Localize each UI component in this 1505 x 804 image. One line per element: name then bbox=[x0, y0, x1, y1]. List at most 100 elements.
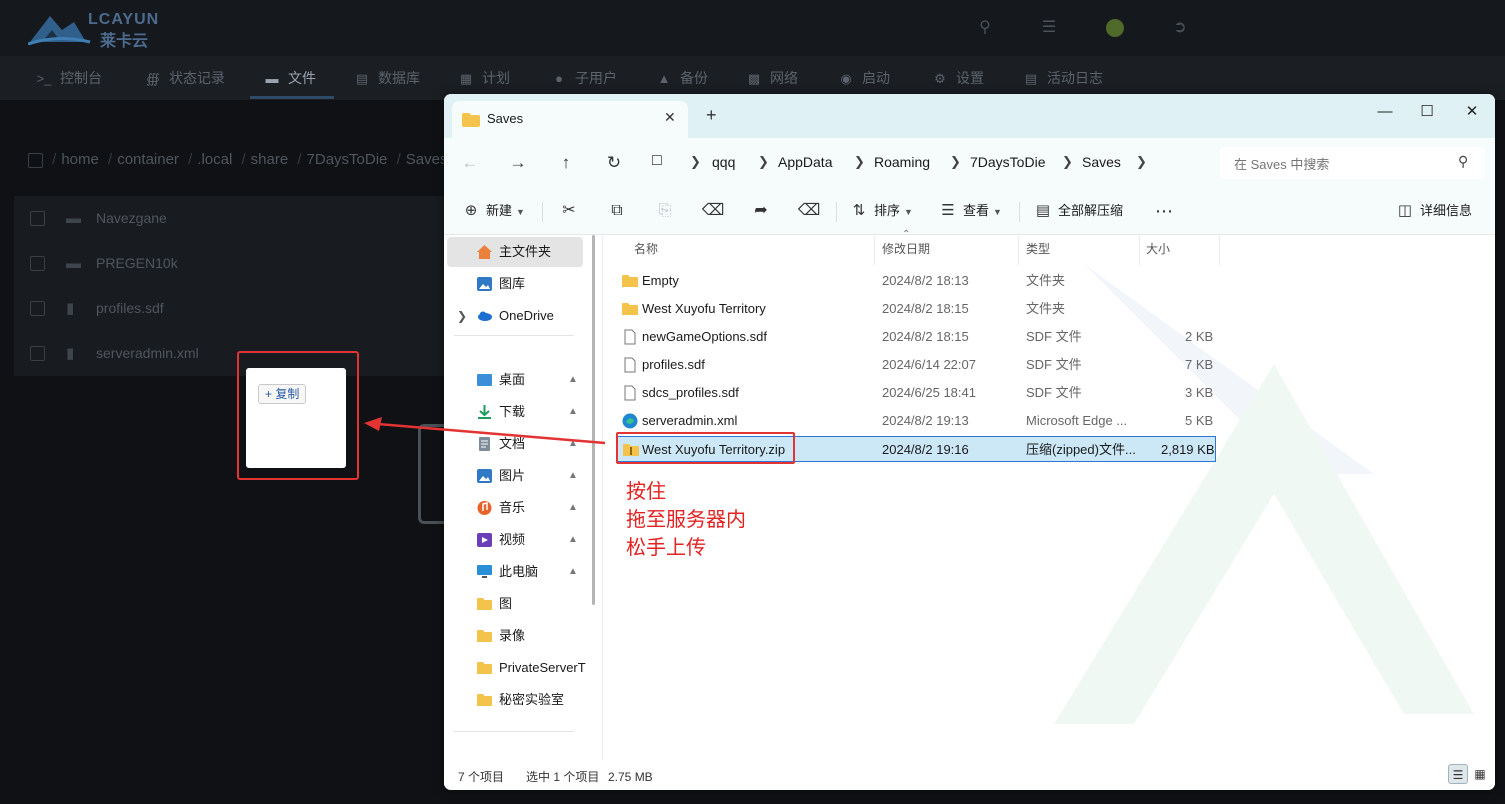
nav-this-pc[interactable]: 此电脑 ▲ bbox=[447, 557, 583, 587]
file-icon bbox=[624, 357, 636, 373]
new-button[interactable]: ⊕ 新建 ▼ bbox=[462, 199, 525, 223]
rename-icon[interactable]: ⌫ bbox=[701, 199, 725, 223]
addr-segment[interactable]: Saves bbox=[1082, 154, 1121, 170]
crumb-saves[interactable]: Saves bbox=[406, 151, 448, 168]
tiles-view-icon[interactable]: ▦ bbox=[1470, 764, 1490, 784]
addr-segment[interactable]: qqq bbox=[712, 154, 735, 170]
annotation-line: 按住 bbox=[626, 481, 666, 503]
nav-desktop[interactable]: 桌面 ▲ bbox=[447, 365, 583, 395]
list-item[interactable]: ▮ serveradmin.xml bbox=[14, 331, 454, 376]
music-icon bbox=[477, 501, 492, 515]
addr-segment[interactable]: AppData bbox=[778, 154, 832, 170]
folder-icon bbox=[462, 113, 480, 127]
pin-icon[interactable]: ▲ bbox=[568, 557, 578, 587]
annotation-line: 拖至服务器内 bbox=[626, 509, 746, 531]
select-all-checkbox[interactable] bbox=[28, 152, 43, 168]
nav-folder-recordings[interactable]: 录像 bbox=[447, 621, 583, 651]
logout-icon[interactable]: ➲ bbox=[1170, 18, 1190, 38]
edge-icon bbox=[622, 413, 638, 429]
pin-icon[interactable]: ▲ bbox=[568, 461, 578, 491]
nav-database[interactable]: ▤ 数据库 bbox=[354, 56, 420, 100]
nav-files[interactable]: ▬ 文件 bbox=[264, 56, 317, 100]
more-icon[interactable]: ⋯ bbox=[1152, 199, 1176, 223]
crumb-share[interactable]: share bbox=[251, 151, 289, 168]
refresh-icon[interactable]: ↻ bbox=[603, 152, 625, 174]
nav-folder-privateserver[interactable]: PrivateServerT bbox=[447, 653, 586, 683]
crumb-container[interactable]: container bbox=[117, 151, 179, 168]
forward-icon[interactable]: → bbox=[507, 152, 529, 174]
nav-home[interactable]: 主文件夹 bbox=[447, 237, 583, 267]
list-item[interactable]: ▮ profiles.sdf bbox=[14, 286, 454, 331]
address-bar-row: ← → ↑ ↻ □ ❯ qqq ❯ AppData ❯ Roaming ❯ 7D… bbox=[444, 138, 1495, 188]
paste-icon[interactable]: ⎘ bbox=[653, 199, 677, 223]
col-date[interactable]: 修改日期 bbox=[876, 235, 1019, 265]
crumb-home[interactable]: home bbox=[61, 151, 99, 168]
folder-icon bbox=[477, 662, 492, 674]
pin-icon[interactable]: ▲ bbox=[568, 525, 578, 555]
sort-button[interactable]: ⇅ 排序 ▼ bbox=[850, 199, 913, 223]
details-view-icon[interactable]: ☰ bbox=[1448, 764, 1468, 784]
nav-pictures[interactable]: 图片 ▲ bbox=[447, 461, 583, 491]
crumb-local[interactable]: .local bbox=[197, 151, 232, 168]
col-type[interactable]: 类型 bbox=[1020, 235, 1140, 265]
folder-icon bbox=[622, 303, 638, 315]
chart-icon: ∰ bbox=[146, 71, 160, 86]
avatar[interactable] bbox=[1105, 18, 1125, 38]
nav-folder-tu[interactable]: 图 bbox=[447, 589, 583, 619]
col-name[interactable]: 名称 bbox=[628, 235, 875, 265]
nav-onedrive[interactable]: ❯ OneDrive bbox=[447, 301, 583, 331]
table-row[interactable]: West Xuyofu Territory 2024/8/2 18:15 文件夹 bbox=[616, 296, 1216, 322]
file-icon: ▮ bbox=[66, 345, 75, 362]
search-icon[interactable]: ⚲ bbox=[975, 18, 995, 38]
nav-folder-secretlab[interactable]: 秘密实验室 bbox=[447, 685, 583, 715]
copy-badge: + 复制 bbox=[258, 384, 307, 404]
close-tab-icon[interactable]: ✕ bbox=[664, 109, 676, 126]
nav-music[interactable]: 音乐 ▲ bbox=[447, 493, 583, 523]
details-button[interactable]: ◫ 详细信息 bbox=[1396, 199, 1472, 223]
row-checkbox[interactable] bbox=[30, 346, 45, 361]
delete-icon[interactable]: ⌫ bbox=[797, 199, 821, 223]
table-row[interactable]: Empty 2024/8/2 18:13 文件夹 bbox=[616, 268, 1216, 294]
table-row[interactable]: newGameOptions.sdf 2024/8/2 18:15 SDF 文件… bbox=[616, 324, 1216, 350]
home-icon bbox=[477, 245, 492, 259]
address-bar[interactable]: □ ❯ qqq ❯ AppData ❯ Roaming ❯ 7DaysToDie… bbox=[650, 147, 1210, 179]
nav-active-indicator bbox=[250, 96, 334, 99]
table-row[interactable]: profiles.sdf 2024/6/14 22:07 SDF 文件 7 KB bbox=[616, 352, 1216, 378]
share-icon[interactable]: ➦ bbox=[749, 199, 773, 223]
drag-preview-card: + 复制 bbox=[246, 368, 346, 468]
crumb-7daystodie[interactable]: 7DaysToDie bbox=[307, 151, 388, 168]
extract-all-button[interactable]: ▤ 全部解压缩 bbox=[1034, 199, 1123, 223]
maximize-icon[interactable]: ☐ bbox=[1412, 101, 1442, 123]
tab-saves[interactable]: Saves ✕ bbox=[452, 101, 688, 138]
file-icon bbox=[624, 385, 636, 401]
drag-arrow-icon bbox=[364, 417, 606, 445]
nav-gallery[interactable]: 图库 bbox=[447, 269, 583, 299]
layers-icon[interactable]: ☰ bbox=[1039, 18, 1059, 38]
pin-icon[interactable]: ▲ bbox=[568, 365, 578, 395]
row-checkbox[interactable] bbox=[30, 301, 45, 316]
close-window-icon[interactable]: ✕ bbox=[1457, 101, 1487, 123]
addr-segment[interactable]: 7DaysToDie bbox=[970, 154, 1045, 170]
nav-console[interactable]: >_ 控制台 bbox=[36, 56, 102, 100]
copy-icon[interactable]: ⧉ bbox=[605, 199, 629, 223]
addr-segment[interactable]: Roaming bbox=[874, 154, 930, 170]
nav-videos[interactable]: 视频 ▲ bbox=[447, 525, 583, 555]
list-item[interactable]: ▬ PREGEN10k bbox=[14, 241, 454, 286]
back-icon[interactable]: ← bbox=[459, 152, 481, 174]
minimize-icon[interactable]: — bbox=[1370, 101, 1400, 123]
new-tab-icon[interactable]: + bbox=[706, 106, 717, 124]
view-button[interactable]: ☰ 查看 ▼ bbox=[939, 199, 1002, 223]
up-icon[interactable]: ↑ bbox=[555, 152, 577, 174]
chevron-right-icon[interactable]: ❯ bbox=[457, 301, 467, 331]
col-size[interactable]: 大小 bbox=[1140, 235, 1220, 265]
cut-icon[interactable]: ✂ bbox=[557, 199, 581, 223]
search-input[interactable] bbox=[1232, 153, 1451, 175]
nav-stats[interactable]: ∰ 状态记录 bbox=[145, 56, 225, 100]
folder-icon bbox=[477, 630, 492, 642]
row-checkbox[interactable] bbox=[30, 256, 45, 271]
row-checkbox[interactable] bbox=[30, 211, 45, 226]
table-row[interactable]: sdcs_profiles.sdf 2024/6/25 18:41 SDF 文件… bbox=[616, 380, 1216, 406]
table-row[interactable]: serveradmin.xml 2024/8/2 19:13 Microsoft… bbox=[616, 408, 1216, 434]
pin-icon[interactable]: ▲ bbox=[568, 493, 578, 523]
list-item[interactable]: ▬ Navezgane bbox=[14, 196, 454, 241]
